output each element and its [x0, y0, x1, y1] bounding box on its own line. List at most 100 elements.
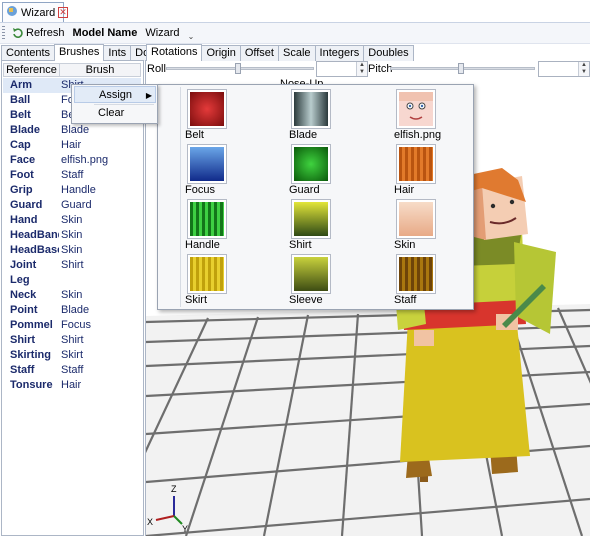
table-row[interactable]: Grip Handle	[3, 183, 141, 198]
roll-slider-thumb[interactable]	[235, 63, 241, 74]
brush-option-blade[interactable]: Blade	[289, 87, 351, 143]
brush-cell[interactable]: Handle	[59, 183, 141, 198]
document-tab[interactable]: Wizard ✕	[2, 2, 68, 22]
brush-option-skin[interactable]: Skin	[394, 197, 456, 253]
refresh-button[interactable]: Refresh	[8, 27, 69, 39]
reference-cell: HeadBand	[10, 229, 59, 241]
menu-item-assign[interactable]: Assign ▶	[74, 86, 156, 103]
brush-cell[interactable]: Skin	[59, 228, 141, 243]
brush-table-header: Reference Brush	[3, 63, 141, 77]
brush-cell[interactable]: Blade	[59, 123, 141, 138]
brush-cell[interactable]: Shirt	[59, 333, 141, 348]
brush-option-label: Focus	[185, 184, 215, 196]
model-name-value[interactable]: Wizard	[141, 27, 183, 39]
brush-option-label: Guard	[289, 184, 320, 196]
tab-ints[interactable]: Ints	[103, 45, 132, 61]
brush-option-label: Staff	[394, 294, 417, 306]
reference-cell: Pommel	[10, 319, 53, 331]
roll-spinbox[interactable]: ▲ ▼	[316, 61, 368, 77]
tab-integers[interactable]: Integers	[314, 45, 365, 61]
pitch-spin-arrows[interactable]: ▲ ▼	[578, 62, 589, 76]
tab-doubles-right[interactable]: Doubles	[363, 45, 414, 61]
brush-cell[interactable]: Shirt	[59, 258, 141, 273]
brush-option-label: Shirt	[289, 239, 312, 251]
table-row[interactable]: Leg	[3, 273, 141, 288]
close-icon[interactable]: ✕	[58, 7, 68, 18]
brush-cell[interactable]: Hair	[59, 138, 141, 153]
tab-contents[interactable]: Contents	[1, 45, 56, 61]
table-row[interactable]: HeadBand Skin	[3, 228, 141, 243]
table-row[interactable]: Staff Staff	[3, 363, 141, 378]
brush-cell[interactable]: Skin	[59, 288, 141, 303]
right-tab-strip: Rotations Origin Offset Scale Integers D…	[146, 44, 414, 61]
table-row[interactable]: Shirt Shirt	[3, 333, 141, 348]
roll-spin-arrows[interactable]: ▲ ▼	[356, 62, 367, 76]
column-header-reference[interactable]: Reference	[3, 63, 59, 77]
wizard-app-icon	[6, 5, 18, 20]
table-row[interactable]: Hand Skin	[3, 213, 141, 228]
reference-cell: Hand	[10, 214, 38, 226]
brush-cell[interactable]: Hair	[59, 378, 141, 393]
reference-cell: Ball	[10, 94, 31, 106]
toolbar-overflow-icon[interactable]: ⌄	[184, 32, 199, 41]
tab-rotations[interactable]: Rotations	[146, 44, 203, 61]
pitch-slider-thumb[interactable]	[458, 63, 464, 74]
brush-cell[interactable]: Focus	[59, 318, 141, 333]
brush-cell[interactable]: Skin	[59, 243, 141, 258]
tab-scale[interactable]: Scale	[277, 45, 316, 61]
brush-cell[interactable]: Guard	[59, 198, 141, 213]
toolbar: Refresh Model Name Wizard ⌄	[0, 22, 590, 44]
tab-offset[interactable]: Offset	[239, 45, 279, 61]
brush-cell[interactable]: elfish.png	[59, 153, 141, 168]
brush-cell[interactable]: Skin	[59, 213, 141, 228]
brush-option-staff[interactable]: Staff	[394, 252, 456, 308]
brush-cell[interactable]: Staff	[59, 168, 141, 183]
axis-y-label: Y	[182, 524, 188, 534]
skin-swatch	[396, 199, 436, 239]
table-row[interactable]: Blade Blade	[3, 123, 141, 138]
brush-cell[interactable]: Skirt	[59, 348, 141, 363]
context-menu: Assign ▶ Clear	[71, 84, 158, 124]
brush-option-focus[interactable]: Focus	[185, 142, 247, 198]
table-row[interactable]: Foot Staff	[3, 168, 141, 183]
brush-option-belt[interactable]: Belt	[185, 87, 247, 143]
table-row[interactable]: Guard Guard	[3, 198, 141, 213]
table-row[interactable]: Skirting Skirt	[3, 348, 141, 363]
brush-option-guard[interactable]: Guard	[289, 142, 351, 198]
pitch-spinbox[interactable]: ▲ ▼	[538, 61, 590, 77]
axis-z-label: Z	[171, 484, 177, 494]
table-row[interactable]: Cap Hair	[3, 138, 141, 153]
brush-option-sleeve[interactable]: Sleeve	[289, 252, 351, 308]
brush-option-elfish-png[interactable]: elfish.png	[394, 87, 456, 143]
table-row[interactable]: Tonsure Hair	[3, 378, 141, 393]
table-row[interactable]: HeadBase Skin	[3, 243, 141, 258]
brush-option-hair[interactable]: Hair	[394, 142, 456, 198]
table-row[interactable]: Pommel Focus	[3, 318, 141, 333]
reference-cell: Skirting	[10, 349, 51, 361]
reference-cell: Belt	[10, 109, 31, 121]
brush-submenu: Belt Blade elfish.png Focus Guard Hair Handle S…	[157, 84, 474, 310]
brush-option-handle[interactable]: Handle	[185, 197, 247, 253]
table-row[interactable]: Neck Skin	[3, 288, 141, 303]
brush-option-skirt[interactable]: Skirt	[185, 252, 247, 308]
tab-brushes[interactable]: Brushes	[54, 44, 105, 61]
table-row[interactable]: Point Blade	[3, 303, 141, 318]
column-header-brush[interactable]: Brush	[59, 63, 141, 77]
menu-item-clear[interactable]: Clear	[74, 105, 156, 122]
reference-cell: HeadBase	[10, 244, 59, 256]
toolbar-grip[interactable]	[2, 26, 5, 40]
left-eye	[490, 203, 496, 209]
brush-cell[interactable]: Staff	[59, 363, 141, 378]
brush-option-shirt[interactable]: Shirt	[289, 197, 351, 253]
table-row[interactable]: Joint Shirt	[3, 258, 141, 273]
tab-origin[interactable]: Origin	[201, 45, 241, 61]
reference-cell: Face	[10, 154, 36, 166]
brush-option-label: Hair	[394, 184, 415, 196]
brush-cell[interactable]: Blade	[59, 303, 141, 318]
brush-cell[interactable]	[59, 273, 141, 288]
green-stripe-swatch	[187, 199, 227, 239]
reference-cell: Shirt	[10, 334, 36, 346]
table-row[interactable]: Face elfish.png	[3, 153, 141, 168]
yellow-swatch	[187, 254, 227, 294]
axis-x-label: X	[147, 517, 153, 527]
